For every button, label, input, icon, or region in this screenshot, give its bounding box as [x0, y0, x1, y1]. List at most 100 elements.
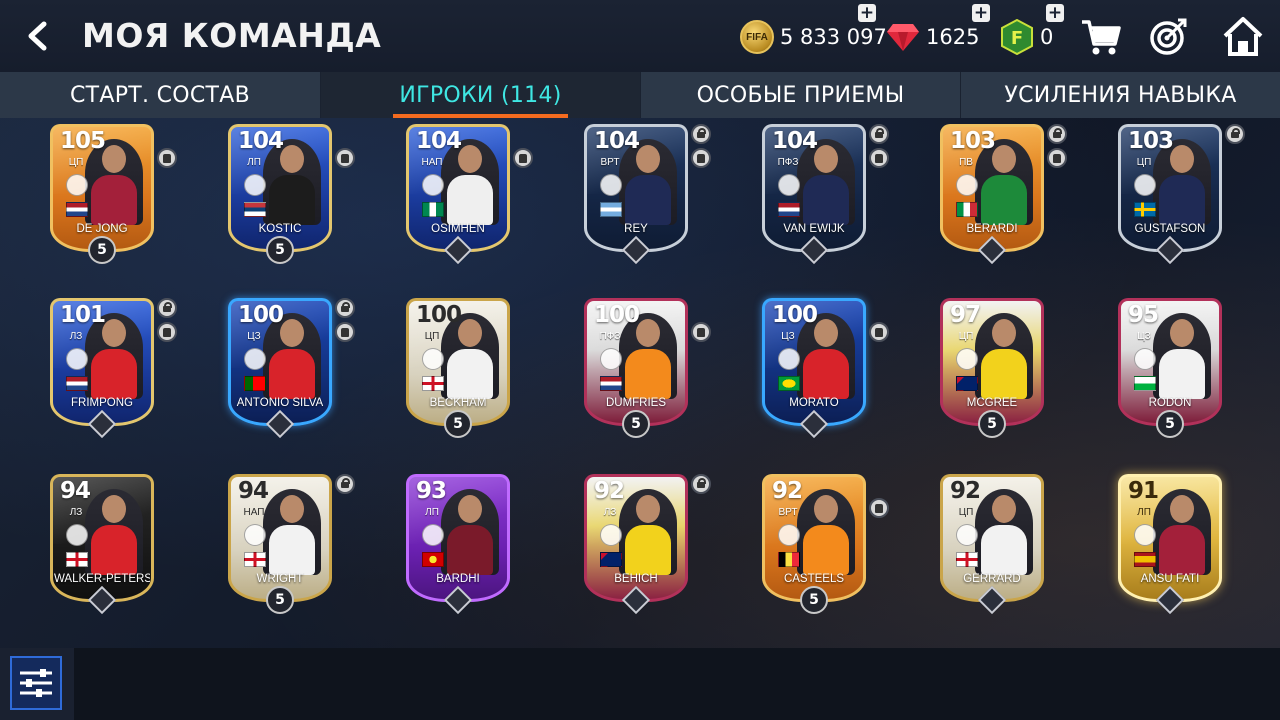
player-rating: 93 — [416, 478, 447, 504]
shirt-icon[interactable] — [157, 148, 177, 168]
nation-flag-icon — [244, 552, 266, 567]
player-position: ЦП — [424, 331, 440, 342]
shirt-icon[interactable] — [691, 148, 711, 168]
lock-icon[interactable] — [335, 474, 355, 494]
rank-badge: 5 — [1156, 410, 1184, 438]
add-fc-points-button[interactable]: + — [1046, 4, 1064, 22]
player-card[interactable]: 100 ЦЗ ANTÓNIO SILVA — [220, 298, 355, 439]
player-card[interactable]: 91 ЛП ANSU FATI — [1110, 474, 1230, 615]
club-badge-icon — [244, 174, 266, 196]
rank-badge: 5 — [266, 586, 294, 614]
player-name: RODON — [1148, 397, 1192, 409]
nation-flag-icon — [778, 552, 800, 567]
lock-icon[interactable] — [1047, 124, 1067, 144]
player-card[interactable]: 100 ЦЗ MORATO — [754, 298, 889, 439]
player-card[interactable]: 94 НАП WRIGHT 5 — [220, 474, 355, 614]
lock-icon[interactable] — [869, 124, 889, 144]
tab-starting-lineup[interactable]: СТАРТ. СОСТАВ — [0, 72, 320, 118]
player-card[interactable]: 104 ЛП KOSTIĆ 5 — [220, 124, 355, 264]
shirt-icon[interactable] — [869, 498, 889, 518]
lock-icon[interactable] — [691, 124, 711, 144]
club-badge-icon — [66, 524, 88, 546]
home-icon — [1223, 17, 1263, 56]
nation-flag-icon — [600, 202, 622, 217]
nation-flag-icon — [422, 202, 444, 217]
nation-flag-icon — [422, 552, 444, 567]
player-card[interactable]: 94 ЛЗ WALKER-PETERS — [42, 474, 162, 615]
sliders-icon — [20, 669, 52, 697]
club-badge-icon — [956, 524, 978, 546]
player-rating: 104 — [238, 128, 284, 154]
player-card[interactable]: 92 ЛЗ BEHICH — [576, 474, 711, 615]
home-button[interactable] — [1222, 14, 1264, 58]
club-badge-icon — [422, 348, 444, 370]
player-rating: 101 — [60, 302, 106, 328]
ruby-gem-icon — [887, 24, 919, 51]
shirt-icon[interactable] — [869, 148, 889, 168]
lock-icon[interactable] — [691, 474, 711, 494]
player-card[interactable]: 100 ПФЗ DUMFRIES 5 — [576, 298, 711, 438]
lock-icon[interactable] — [335, 298, 355, 318]
player-position: ЛП — [1137, 507, 1151, 518]
tab-skill-boosts[interactable]: УСИЛЕНИЯ НАВЫКА — [960, 72, 1280, 118]
player-rating: 100 — [772, 302, 818, 328]
player-card[interactable]: 103 ПВ BERARDI — [932, 124, 1067, 265]
player-name: BARDHI — [436, 573, 480, 585]
tab-special-moves[interactable]: ОСОБЫЕ ПРИЕМЫ — [640, 72, 960, 118]
filter-sort-button[interactable] — [10, 656, 62, 710]
player-card[interactable]: 104 НАП OSIMHEN — [398, 124, 533, 265]
gems-value: 1625 — [926, 25, 980, 49]
shirt-icon[interactable] — [869, 322, 889, 342]
player-card[interactable]: 92 ВРТ CASTEELS 5 — [754, 474, 889, 614]
player-rating: 104 — [772, 128, 818, 154]
player-rating: 94 — [60, 478, 91, 504]
player-card[interactable]: 104 ВРТ REY — [576, 124, 711, 265]
shopping-cart-icon — [1082, 20, 1121, 55]
shirt-icon[interactable] — [335, 322, 355, 342]
target-icon — [1150, 18, 1187, 55]
add-fifa-points-button[interactable]: + — [858, 4, 876, 22]
player-name: DUMFRIES — [605, 397, 667, 409]
player-card[interactable]: 97 ЦП MCGREE 5 — [932, 298, 1052, 438]
player-card[interactable]: 103 ЦП GUSTAFSON — [1110, 124, 1245, 265]
player-name: ANSU FATI — [1140, 573, 1200, 585]
tab-bar: СТАРТ. СОСТАВ ИГРОКИ (114) ОСОБЫЕ ПРИЕМЫ… — [0, 72, 1280, 118]
player-card[interactable]: 104 ПФЗ VAN EWIJK — [754, 124, 889, 265]
rank-badge: 5 — [800, 586, 828, 614]
player-name: MORATO — [789, 397, 839, 409]
store-button[interactable] — [1080, 14, 1122, 58]
player-card[interactable]: 100 ЦП BECKHAM 5 — [398, 298, 518, 438]
back-button[interactable] — [20, 18, 56, 54]
page-title: МОЯ КОМАНДА — [82, 16, 382, 55]
nation-flag-icon — [422, 376, 444, 391]
rank-badge: 5 — [622, 410, 650, 438]
back-icon — [28, 21, 47, 51]
shirt-icon[interactable] — [157, 322, 177, 342]
add-gems-button[interactable]: + — [972, 4, 990, 22]
gems-balance: 1625 + — [886, 4, 990, 56]
player-name: REY — [624, 223, 648, 235]
shirt-icon[interactable] — [691, 322, 711, 342]
player-card[interactable]: 95 ЦЗ RODON 5 — [1110, 298, 1230, 438]
player-card[interactable]: 93 ЛП BARDHI — [398, 474, 518, 615]
player-position: ВРТ — [600, 157, 620, 168]
player-rating: 94 — [238, 478, 269, 504]
shirt-icon[interactable] — [335, 148, 355, 168]
player-position: НАП — [421, 157, 443, 168]
player-rating: 104 — [416, 128, 462, 154]
player-card[interactable]: 105 ЦП DE JONG 5 — [42, 124, 177, 264]
club-badge-icon — [66, 348, 88, 370]
shirt-icon[interactable] — [513, 148, 533, 168]
player-name: BECKHAM — [429, 397, 487, 409]
club-badge-icon — [600, 524, 622, 546]
objectives-button[interactable] — [1148, 14, 1190, 58]
lock-icon[interactable] — [157, 298, 177, 318]
rank-badge: 5 — [978, 410, 1006, 438]
shirt-icon[interactable] — [1047, 148, 1067, 168]
player-rating: 91 — [1128, 478, 1159, 504]
player-position: ЦП — [68, 157, 84, 168]
tab-players[interactable]: ИГРОКИ (114) — [320, 72, 640, 118]
player-card[interactable]: 92 ЦП GERRARD — [932, 474, 1052, 615]
lock-icon[interactable] — [1225, 124, 1245, 144]
player-card[interactable]: 101 ЛЗ FRIMPONG — [42, 298, 177, 439]
